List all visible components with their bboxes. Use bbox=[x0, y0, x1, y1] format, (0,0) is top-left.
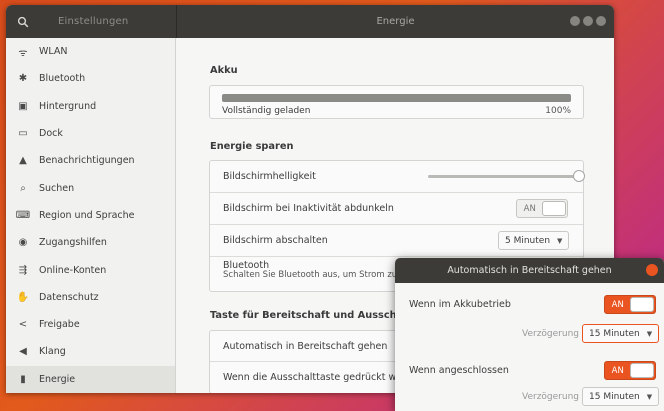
close-icon[interactable] bbox=[596, 16, 606, 26]
suspend-section-title: Taste für Bereitschaft und Ausschalten bbox=[210, 310, 425, 321]
battery-frame: Vollständig geladen 100% bbox=[209, 85, 584, 119]
dim-screen-label: Bildschirm bei Inaktivität abdunkeln bbox=[223, 203, 394, 214]
blank-screen-row: Bildschirm abschalten 5 Minuten ▼ bbox=[210, 225, 583, 257]
sidebar-item-label: Klang bbox=[39, 346, 66, 358]
blank-screen-value: 5 Minuten bbox=[505, 235, 551, 246]
sidebar-item-label: Bluetooth bbox=[39, 73, 86, 85]
sidebar-item-online-konten[interactable]: ⇶ Online-Konten bbox=[6, 256, 175, 283]
plugged-delay-combo[interactable]: 15 Minuten ▼ bbox=[582, 387, 660, 406]
sidebar-item-dock[interactable]: ▭ Dock bbox=[6, 120, 175, 147]
sidebar-item-klang[interactable]: ◀ Klang bbox=[6, 338, 175, 365]
sidebar-item-label: WLAN bbox=[39, 46, 68, 58]
plugged-in-switch-knob bbox=[630, 363, 654, 378]
on-battery-switch-knob bbox=[630, 297, 654, 312]
dim-screen-switch-knob bbox=[542, 201, 566, 216]
battery-section-title: Akku bbox=[210, 65, 238, 76]
brightness-row: Bildschirmhelligkeit bbox=[210, 161, 586, 193]
sidebar-item-zugangshilfen[interactable]: ◉ Zugangshilfen bbox=[6, 229, 175, 256]
dock-icon: ▭ bbox=[18, 128, 28, 140]
plugged-in-switch[interactable]: AN bbox=[604, 361, 656, 380]
sidebar-item-hintergrund[interactable]: ▣ Hintergrund bbox=[6, 93, 175, 120]
maximize-icon[interactable] bbox=[583, 16, 593, 26]
sidebar-item-wlan[interactable]: ᯤ WLAN bbox=[6, 38, 175, 65]
dialog-header: Automatisch in Bereitschaft gehen bbox=[395, 258, 664, 283]
chevron-down-icon: ▼ bbox=[557, 236, 563, 245]
speaker-icon: ◀ bbox=[19, 346, 27, 358]
window-controls bbox=[570, 16, 606, 26]
sidebar-item-label: Freigabe bbox=[39, 319, 80, 331]
accessibility-icon: ◉ bbox=[18, 237, 28, 249]
background-icon: ▣ bbox=[18, 100, 28, 112]
brightness-label: Bildschirmhelligkeit bbox=[223, 171, 316, 182]
brightness-slider[interactable] bbox=[428, 170, 586, 182]
minimize-icon[interactable] bbox=[570, 16, 580, 26]
sidebar-item-freigabe[interactable]: < Freigabe bbox=[6, 311, 175, 338]
bell-icon: ▲ bbox=[19, 155, 27, 167]
sidebar-item-label: Dock bbox=[39, 128, 63, 140]
chevron-down-icon: ▼ bbox=[646, 392, 653, 401]
chevron-down-icon: ▼ bbox=[646, 329, 653, 338]
sidebar-item-label: Online-Konten bbox=[39, 264, 107, 276]
on-battery-label: Wenn im Akkubetrieb bbox=[409, 299, 511, 310]
online-accounts-icon: ⇶ bbox=[18, 264, 28, 276]
plugged-delay-label: Verzögerung bbox=[522, 392, 579, 402]
sidebar-item-label: Zugangshilfen bbox=[39, 237, 107, 249]
dim-screen-switch-label: AN bbox=[523, 203, 536, 214]
sidebar-item-benachrichtigungen[interactable]: ▲ Benachrichtigungen bbox=[6, 147, 175, 174]
plugged-in-label: Wenn angeschlossen bbox=[409, 365, 509, 376]
share-icon: < bbox=[18, 319, 28, 331]
headerbar: Einstellungen Energie bbox=[6, 5, 614, 38]
privacy-icon: ✋ bbox=[16, 291, 30, 303]
dim-screen-switch[interactable]: AN bbox=[516, 199, 568, 218]
close-icon[interactable] bbox=[646, 264, 658, 276]
sidebar-item-suchen[interactable]: ⌕ Suchen bbox=[6, 174, 175, 201]
power-icon: ▮ bbox=[20, 373, 26, 385]
plugged-delay-value: 15 Minuten bbox=[589, 391, 640, 402]
power-button-label: Wenn die Ausschalttaste gedrückt wird bbox=[223, 372, 409, 383]
auto-suspend-label: Automatisch in Bereitschaft gehen bbox=[223, 340, 388, 352]
sidebar-item-label: Datenschutz bbox=[39, 291, 99, 303]
dialog-title: Automatisch in Bereitschaft gehen bbox=[447, 265, 612, 276]
battery-delay-value: 15 Minuten bbox=[589, 328, 640, 339]
sidebar-item-label: Benachrichtigungen bbox=[39, 155, 135, 167]
battery-status: Vollständig geladen bbox=[222, 106, 311, 116]
on-battery-switch[interactable]: AN bbox=[604, 295, 656, 314]
bluetooth-sublabel: Schalten Sie Bluetooth aus, um Strom zu bbox=[223, 270, 398, 280]
page-title: Energie bbox=[376, 16, 415, 27]
sidebar-item-label: Hintergrund bbox=[39, 100, 97, 112]
brightness-slider-handle[interactable] bbox=[573, 170, 586, 182]
sidebar-item-datenschutz[interactable]: ✋ Datenschutz bbox=[6, 284, 175, 311]
bluetooth-icon: ✱ bbox=[18, 73, 28, 85]
search-icon: ⌕ bbox=[20, 182, 26, 194]
on-battery-switch-label: AN bbox=[611, 299, 624, 310]
sidebar-item-label: Region und Sprache bbox=[39, 209, 135, 221]
auto-suspend-dialog: Automatisch in Bereitschaft gehen Wenn i… bbox=[395, 258, 664, 411]
battery-percent: 100% bbox=[545, 106, 571, 116]
power-saving-section-title: Energie sparen bbox=[210, 141, 294, 152]
blank-screen-combo[interactable]: 5 Minuten ▼ bbox=[498, 231, 570, 250]
sidebar-item-bluetooth[interactable]: ✱ Bluetooth bbox=[6, 65, 175, 92]
battery-level-fill bbox=[222, 94, 571, 102]
plugged-in-switch-label: AN bbox=[611, 365, 624, 376]
app-title: Einstellungen bbox=[58, 16, 129, 27]
sidebar-item-energie[interactable]: ▮ Energie bbox=[6, 365, 175, 393]
battery-delay-combo[interactable]: 15 Minuten ▼ bbox=[582, 324, 660, 343]
wifi-icon: ᯤ bbox=[18, 47, 28, 59]
search-icon[interactable] bbox=[6, 5, 40, 38]
sidebar-item-region-und-sprache[interactable]: ⌨ Region und Sprache bbox=[6, 202, 175, 229]
keyboard-icon: ⌨ bbox=[15, 209, 31, 221]
sidebar-item-label: Suchen bbox=[39, 182, 75, 194]
sidebar: ᯤ WLAN ✱ Bluetooth ▣ Hintergrund ▭ Dock ▲ Benachr… bbox=[6, 38, 176, 393]
battery-delay-label: Verzögerung bbox=[522, 329, 579, 339]
dim-screen-row: Bildschirm bei Inaktivität abdunkeln AN bbox=[210, 193, 583, 225]
blank-screen-label: Bildschirm abschalten bbox=[223, 235, 328, 246]
sidebar-item-label: Energie bbox=[39, 373, 76, 385]
battery-level-bar bbox=[222, 94, 571, 102]
